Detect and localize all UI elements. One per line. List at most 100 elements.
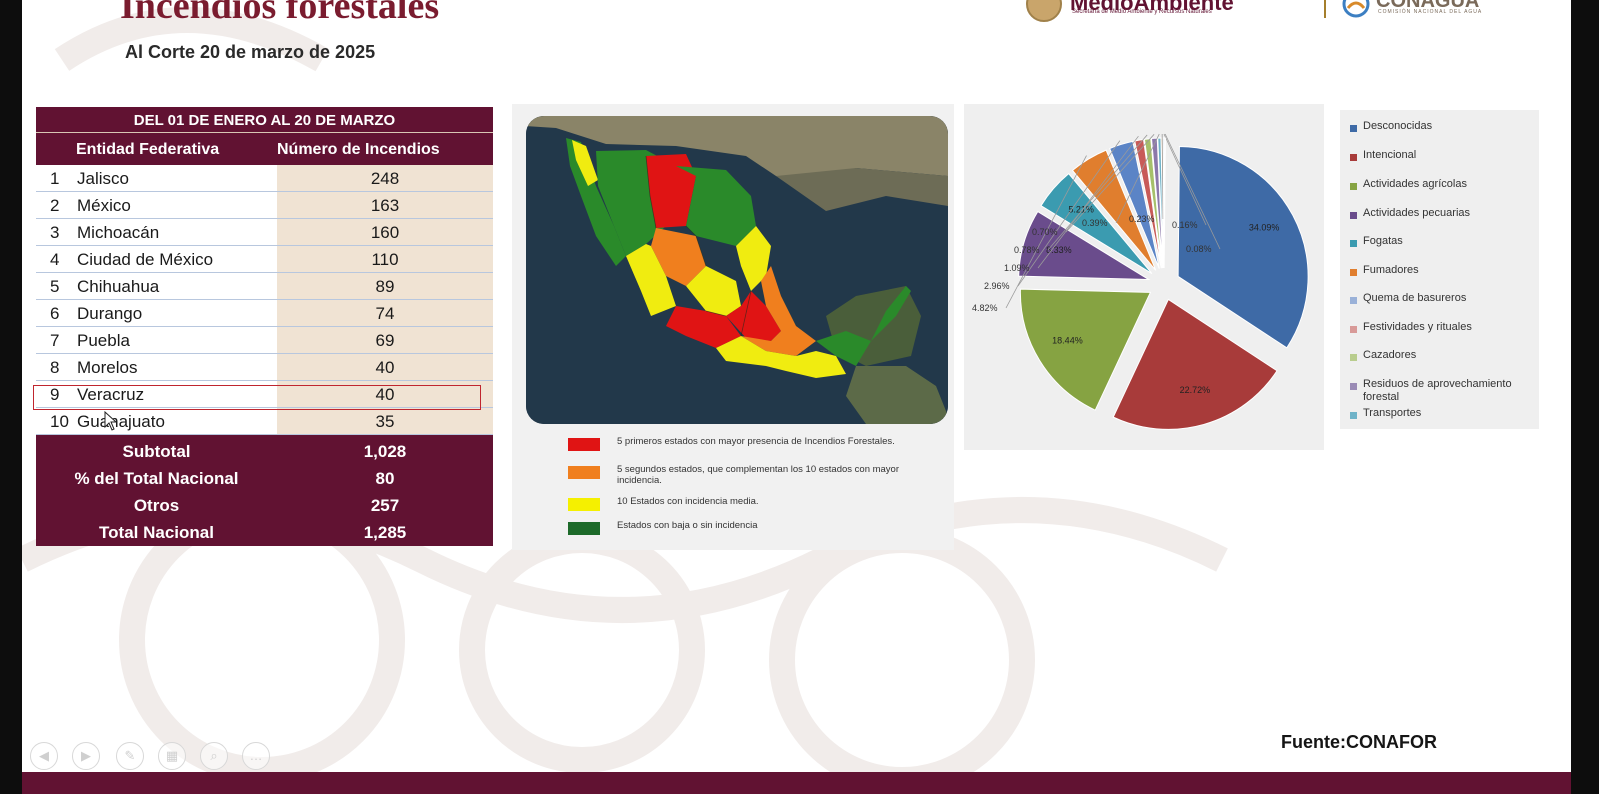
map-legend-swatch-green xyxy=(568,522,600,535)
zoom-button[interactable]: ⌕ xyxy=(200,742,228,770)
logo-divider xyxy=(1324,0,1326,18)
table-row: 4 Ciudad de México 110 xyxy=(36,246,493,273)
pie-legend-swatch xyxy=(1350,240,1357,247)
pie-slice-label: 34.09% xyxy=(1249,223,1280,233)
slide-subtitle: Al Corte 20 de marzo de 2025 xyxy=(125,42,376,62)
pie-slice-label: 0.16% xyxy=(1172,220,1198,230)
pie-slice-label: 22.72% xyxy=(1180,385,1211,395)
table-period-header: DEL 01 DE ENERO AL 20 DE MARZO xyxy=(36,107,493,133)
pie-legend-swatch xyxy=(1350,383,1357,390)
row-fire-count: 110 xyxy=(277,246,493,272)
row-rank: 7 xyxy=(50,331,60,350)
row-fire-count: 163 xyxy=(277,192,493,218)
row-rank: 6 xyxy=(50,304,60,323)
pie-chart-legend: Desconocidas Intencional Actividades agr… xyxy=(1340,110,1539,429)
table-row: 2 México 163 xyxy=(36,192,493,219)
fire-causes-pie-chart: 34.09%22.72%18.44%8.33%5.21%4.82%2.96%1.… xyxy=(972,133,1309,430)
table-row: 1 Jalisco 248 xyxy=(36,165,493,192)
map-legend-text: 5 segundos estados, que complementan los… xyxy=(617,464,900,486)
map-legend-swatch-red xyxy=(568,438,600,451)
pie-legend-swatch xyxy=(1350,269,1357,276)
map-legend-text: Estados con baja o sin incidencia xyxy=(617,520,758,531)
pie-slice-label: 0.78% xyxy=(1014,245,1040,255)
row-fire-count: 40 xyxy=(277,381,493,407)
row-state-name: Guanajuato xyxy=(77,412,165,431)
table-row: 3 Michoacán 160 xyxy=(36,219,493,246)
pie-slice-label: 2.96% xyxy=(984,281,1010,291)
slide-title: Incendios forestales xyxy=(120,0,440,27)
column-header-count: Número de Incendios xyxy=(277,141,440,158)
pie-legend-swatch xyxy=(1350,354,1357,361)
row-rank: 3 xyxy=(50,223,60,242)
pie-legend-swatch xyxy=(1350,154,1357,161)
fires-by-state-table: DEL 01 DE ENERO AL 20 DE MARZO Entidad F… xyxy=(33,107,493,546)
pie-legend-item: Actividades pecuarias xyxy=(1340,207,1539,227)
pie-legend-item: Festividades y rituales xyxy=(1340,321,1539,341)
map-legend-item: 5 segundos estados, que complementan los… xyxy=(568,464,948,492)
row-state-name: Jalisco xyxy=(77,169,129,188)
source-caption: Fuente:CONAFOR xyxy=(1281,732,1437,752)
pie-legend-label: Cazadores xyxy=(1363,349,1417,361)
pie-legend-label: Actividades pecuarias xyxy=(1363,207,1471,219)
pie-legend-swatch xyxy=(1350,412,1357,419)
next-slide-button[interactable]: ▶ xyxy=(72,742,100,770)
row-rank: 8 xyxy=(50,358,60,377)
pie-legend-swatch xyxy=(1350,183,1357,190)
table-row: 6 Durango 74 xyxy=(36,300,493,327)
table-column-header: Entidad Federativa Número de Incendios xyxy=(36,134,493,165)
table-footer: Subtotal 1,028 % del Total Nacional 80 Otr… xyxy=(36,438,493,546)
more-options-button[interactable]: … xyxy=(242,742,270,770)
map-legend-item: 5 primeros estados con mayor presencia d… xyxy=(568,436,948,464)
pie-slice xyxy=(1163,137,1166,269)
footer-label: Otros xyxy=(133,496,180,515)
pie-legend-label: Residuos de aprovechamiento forestal xyxy=(1363,378,1512,403)
pie-slice-label: 18.44% xyxy=(1052,336,1083,346)
table-row: 8 Morelos 40 xyxy=(36,354,493,381)
footer-row-subtotal: Subtotal 1,028 xyxy=(36,438,493,465)
pie-legend-item: Residuos de aprovechamiento forestal xyxy=(1340,378,1539,403)
pie-legend-label: Actividades agrícolas xyxy=(1363,178,1467,190)
map-legend-swatch-orange xyxy=(568,466,600,479)
footer-value: 1,285 xyxy=(363,523,407,542)
row-state-name: Puebla xyxy=(77,331,130,350)
prev-slide-button[interactable]: ◀ xyxy=(30,742,58,770)
footer-row-national-total: Total Nacional 1,285 xyxy=(36,519,493,546)
pie-legend-label: Festividades y rituales xyxy=(1363,321,1472,333)
row-state-name: Chihuahua xyxy=(77,277,160,296)
row-fire-count: 69 xyxy=(277,327,493,353)
pie-legend-item: Quema de basureros xyxy=(1340,292,1539,312)
table-row: 5 Chihuahua 89 xyxy=(36,273,493,300)
map-legend-text: 10 Estados con incidencia media. xyxy=(617,496,759,507)
footer-row-others: Otros 257 xyxy=(36,492,493,519)
pie-legend-item: Intencional xyxy=(1340,149,1539,169)
pie-slice-label: 1.09% xyxy=(1004,263,1030,273)
footer-label: Total Nacional xyxy=(99,523,214,542)
mexico-fire-map-panel: 5 primeros estados con mayor presencia d… xyxy=(512,104,954,550)
row-rank: 10 xyxy=(50,412,69,431)
map-legend-text: 5 primeros estados con mayor presencia d… xyxy=(617,436,895,447)
table-body: 1 Jalisco 2 4 8 2 México 163 3 Michoacán 160 4 Ci… xyxy=(36,165,493,435)
pie-slice-label: 4.82% xyxy=(972,303,998,313)
pie-legend-label: Desconocidas xyxy=(1363,120,1433,132)
row-fire-count: 40 xyxy=(277,354,493,380)
pie-legend-item: Fogatas xyxy=(1340,235,1539,255)
presentation-slide: Incendios forestales Al Corte 20 de marz… xyxy=(22,0,1571,794)
row-rank: 2 xyxy=(50,196,60,215)
fire-causes-pie-panel: 34.09% 22.72% 18.44% 8.33% 5.21% 4.82% 2.96% 1.… xyxy=(964,104,1324,450)
slides-overview-button[interactable]: ▦ xyxy=(158,742,186,770)
mouse-pointer-icon xyxy=(104,411,118,431)
window-frame-right xyxy=(1571,0,1599,794)
pie-slice-label: 0.23% xyxy=(1129,214,1155,224)
row-state-name: Durango xyxy=(77,304,143,323)
pie-legend-item: Cazadores xyxy=(1340,349,1539,369)
row-rank: 1 xyxy=(50,169,60,188)
row-fire-count: 35 xyxy=(277,408,493,434)
pie-legend-label: Fogatas xyxy=(1363,235,1403,247)
row-rank: 4 xyxy=(50,250,60,269)
row-state-name: Ciudad de México xyxy=(77,250,214,269)
window-frame-left xyxy=(0,0,22,794)
pen-tool-button[interactable]: ✎ xyxy=(116,742,144,770)
row-rank: 5 xyxy=(50,277,60,296)
medio-ambiente-logo-subtitle: Secretaría de Medio Ambiente y Recursos … xyxy=(1072,9,1212,15)
slide-bottom-bar xyxy=(22,772,1571,794)
